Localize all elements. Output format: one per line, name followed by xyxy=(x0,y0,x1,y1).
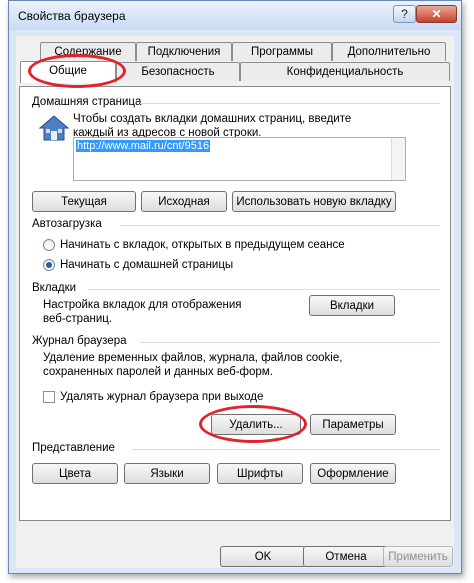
house-icon xyxy=(38,113,70,146)
home-page-description: Чтобы создать вкладки домашних страниц, … xyxy=(73,113,352,139)
use-current-button[interactable]: Текущая xyxy=(32,191,136,212)
colors-button[interactable]: Цвета xyxy=(32,463,118,484)
languages-button[interactable]: Языки xyxy=(124,463,210,484)
tab-advanced[interactable]: Дополнительно xyxy=(332,42,446,61)
use-new-tab-button[interactable]: Использовать новую вкладку xyxy=(232,191,396,212)
appearance-group-label: Представление xyxy=(32,442,115,454)
url-field-scrollbar[interactable] xyxy=(391,138,405,180)
divider xyxy=(132,449,440,450)
delete-history-button[interactable]: Удалить... xyxy=(211,414,301,435)
delete-history-on-exit-label: Удалять журнал браузера при выходе xyxy=(60,391,264,403)
tabs-group-label: Вкладки xyxy=(32,282,77,294)
internet-options-dialog: Свойства браузера ? ✕ Содержание Подключ… xyxy=(8,0,462,574)
tab-privacy[interactable]: Конфиденциальность xyxy=(240,62,450,81)
divider xyxy=(120,225,440,226)
apply-button[interactable]: Применить xyxy=(383,546,453,567)
divider xyxy=(140,103,440,104)
tab-content[interactable]: Содержание xyxy=(40,42,136,61)
cancel-button[interactable]: Отмена xyxy=(303,546,389,567)
tabs-settings-button[interactable]: Вкладки xyxy=(309,295,395,316)
startup-previous-session-radio[interactable] xyxy=(43,239,55,251)
help-button[interactable]: ? xyxy=(393,5,416,23)
delete-history-on-exit-checkbox[interactable] xyxy=(43,391,55,403)
startup-group-label: Автозагрузка xyxy=(32,218,102,230)
fonts-button[interactable]: Шрифты xyxy=(217,463,303,484)
startup-previous-session-label: Начинать с вкладок, открытых в предыдуще… xyxy=(60,239,345,251)
history-settings-button[interactable]: Параметры xyxy=(310,414,396,435)
general-tab-panel: Домашняя страница Чтобы создать вкладки … xyxy=(19,86,451,521)
home-page-group-label: Домашняя страница xyxy=(32,96,142,108)
browsing-history-description: Удаление временных файлов, журнала, файл… xyxy=(43,352,343,378)
home-page-url-text: http://www.mail.ru/cnt/9516 xyxy=(76,140,211,152)
tab-general[interactable]: Общие xyxy=(20,61,116,83)
window-title: Свойства браузера xyxy=(18,9,126,23)
tab-connections[interactable]: Подключения xyxy=(136,42,232,61)
startup-home-page-radio[interactable] xyxy=(43,259,55,271)
divider xyxy=(140,342,440,343)
use-default-button[interactable]: Исходная xyxy=(141,191,227,212)
divider xyxy=(88,289,440,290)
home-page-url-field[interactable]: http://www.mail.ru/cnt/9516 xyxy=(73,137,406,181)
tabs-description: Настройка вкладок для отображения веб-ст… xyxy=(43,299,242,325)
close-button[interactable]: ✕ xyxy=(416,5,457,23)
title-bar[interactable]: Свойства браузера ? ✕ xyxy=(9,1,461,30)
tab-security[interactable]: Безопасность xyxy=(116,62,240,81)
ok-button[interactable]: OK xyxy=(220,546,306,567)
tab-programs[interactable]: Программы xyxy=(232,42,332,61)
dialog-body: Содержание Подключения Программы Дополни… xyxy=(16,36,454,568)
accessibility-button[interactable]: Оформление xyxy=(310,463,396,484)
startup-home-page-label: Начинать с домашней страницы xyxy=(60,259,234,271)
browsing-history-group-label: Журнал браузера xyxy=(32,335,127,347)
